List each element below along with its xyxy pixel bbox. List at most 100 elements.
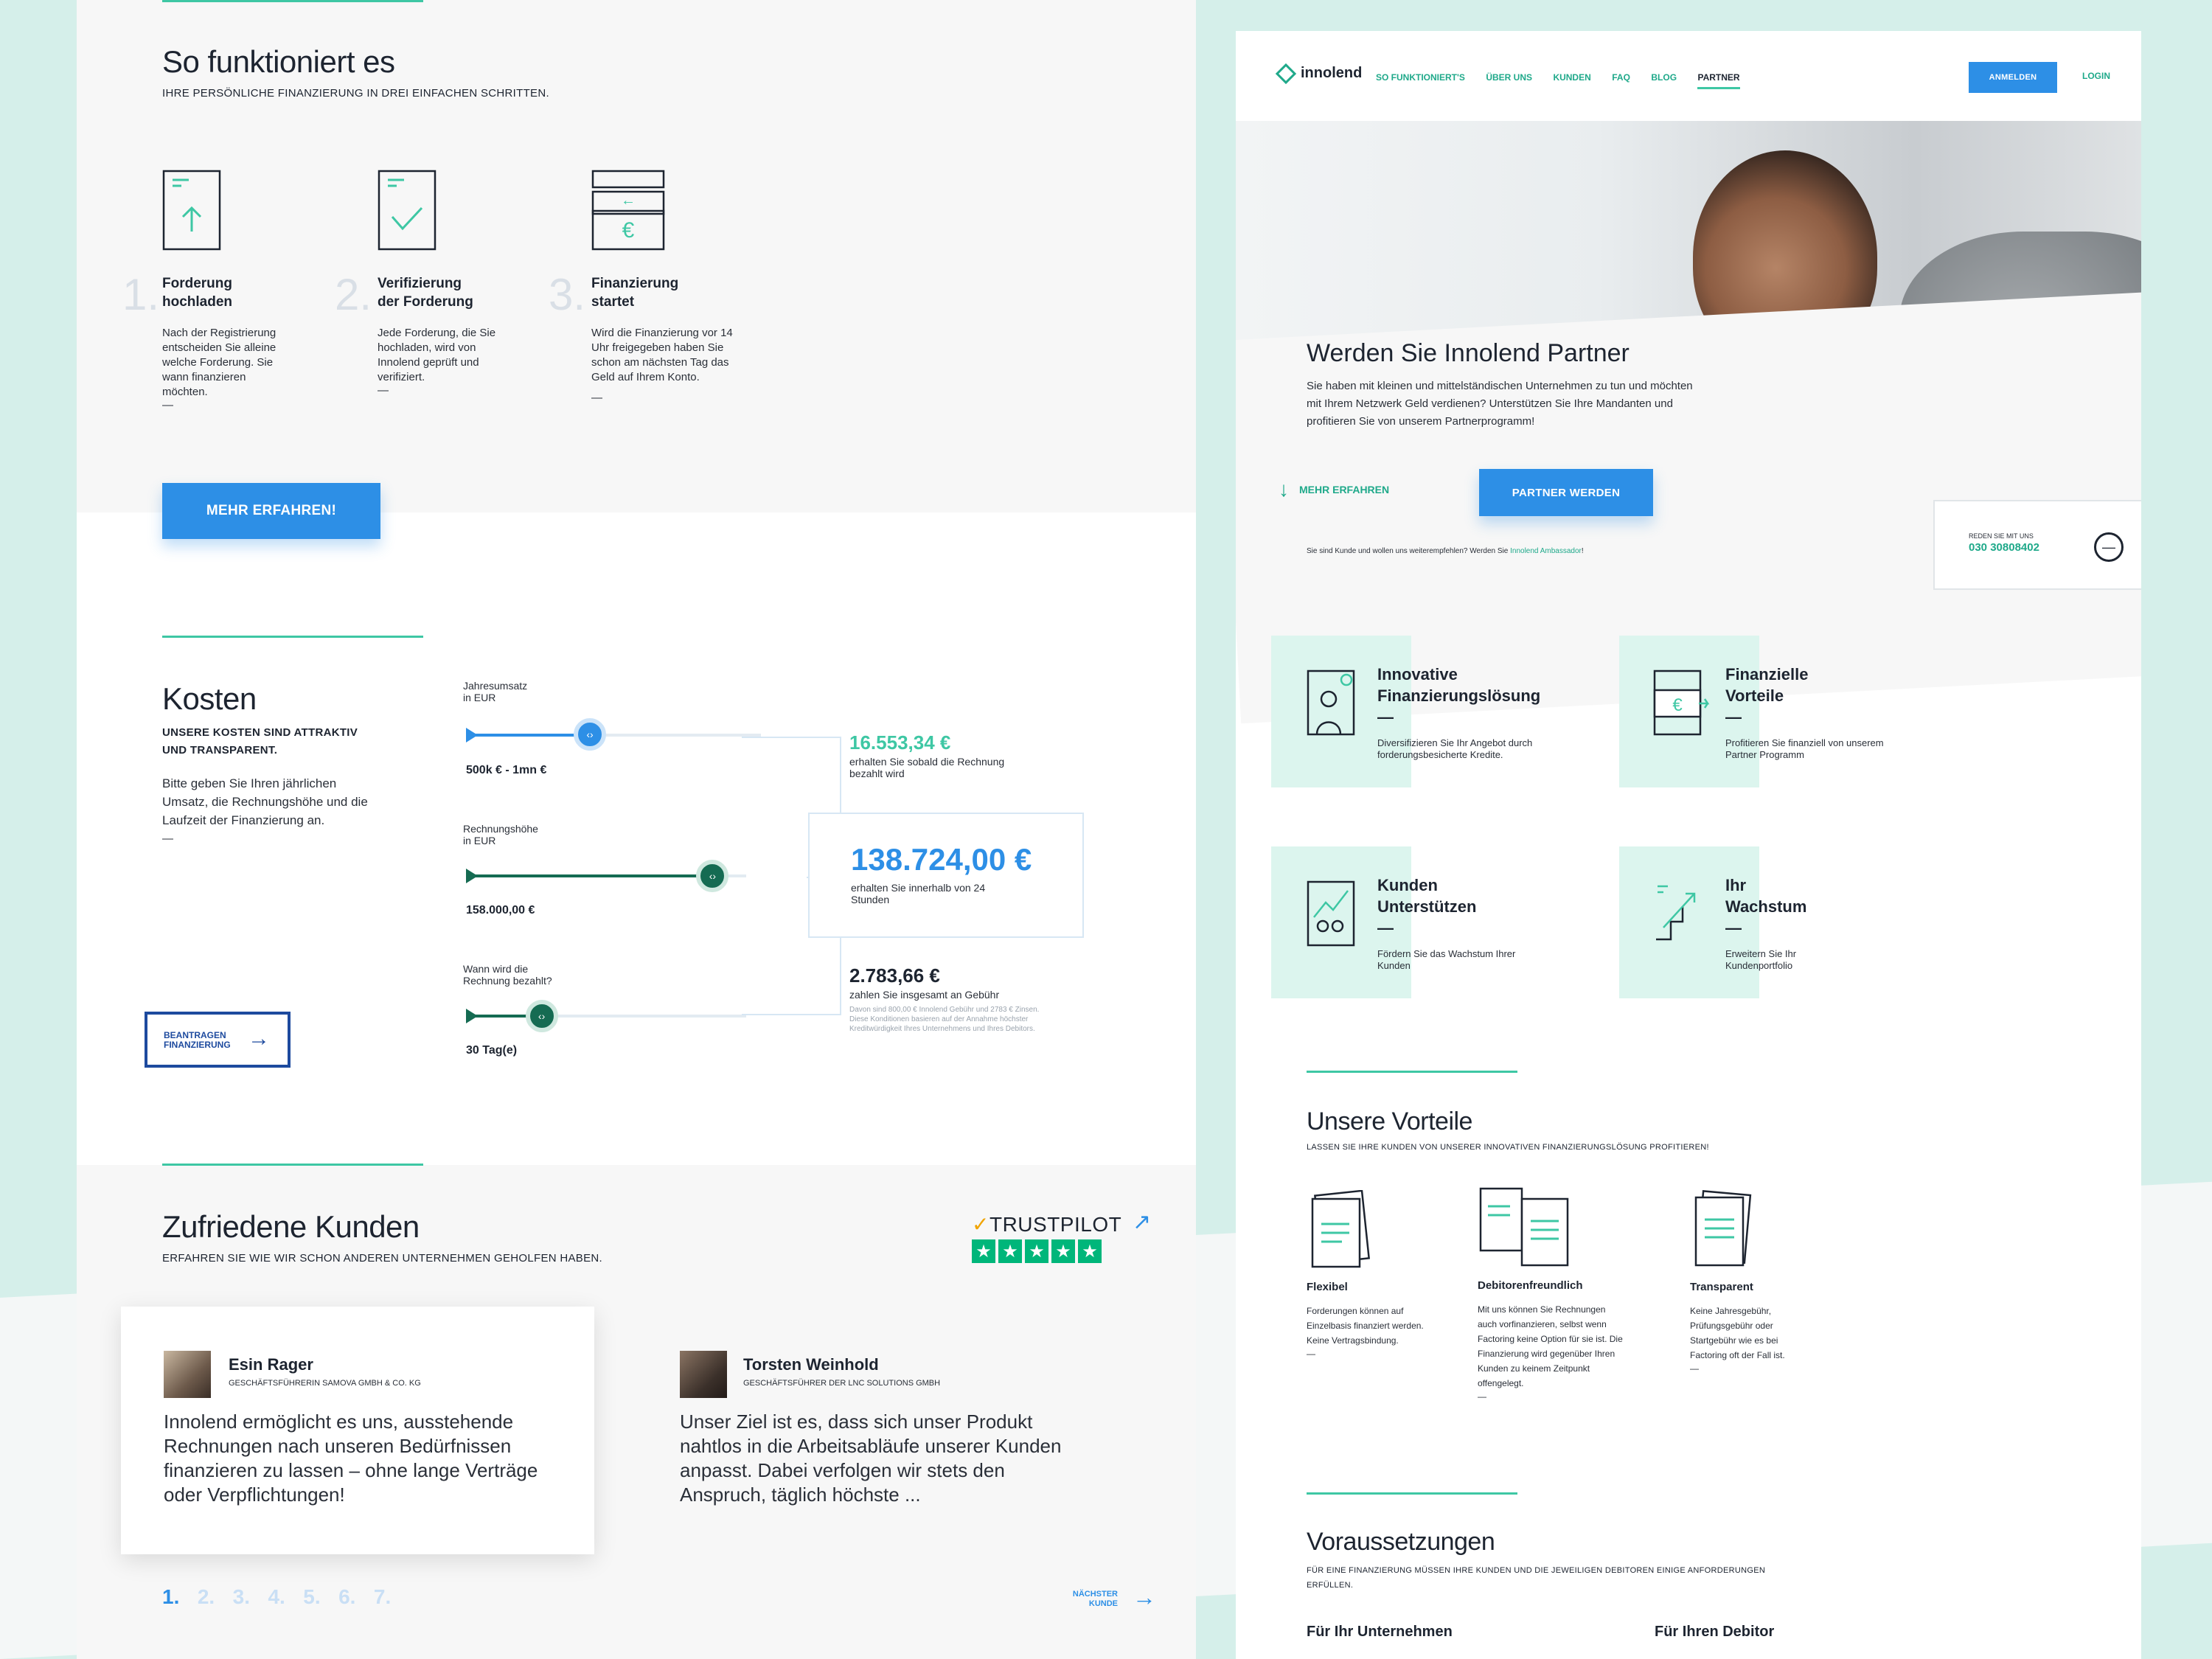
hero-title: Werden Sie Innolend Partner	[1307, 339, 1630, 367]
slider-fill	[466, 874, 713, 877]
advantage-title: Debitorenfreundlich	[1478, 1279, 1583, 1292]
page-number[interactable]: 3.	[233, 1585, 250, 1608]
nav-item-partner[interactable]: PARTNER	[1697, 72, 1740, 89]
result-fees: 2.783,66 € zahlen Sie insgesamt an Gebüh…	[849, 964, 1071, 1034]
requirements-company: Für Ihr Unternehmen	[1307, 1624, 1453, 1640]
page-number[interactable]: 5.	[303, 1585, 320, 1608]
slider-handle[interactable]: ‹›	[525, 1000, 558, 1032]
feature-title-line: Wachstum	[1725, 897, 1807, 916]
svg-text:€: €	[1672, 695, 1683, 715]
step-text: Jede Forderung, die Sie hochladen, wird …	[378, 327, 496, 383]
result-text: zahlen Sie insgesamt an Gebühr	[849, 989, 1000, 1001]
contact-widget[interactable]: REDEN SIE MIT UNS 030 30808402 —	[1933, 500, 2141, 590]
feature-text: Fördern Sie das Wachstum Ihrer Kunden	[1377, 948, 1516, 971]
slider-value: 158.000,00 €	[466, 904, 535, 917]
trustpilot-badge[interactable]: ✓TRUSTPILOT ★ ★ ★ ★ ★	[972, 1212, 1122, 1264]
section-rule	[162, 0, 423, 2]
slider-invoice[interactable]: Rechnungshöhe in EUR ‹› 158.000,00 €	[463, 823, 787, 926]
next-customer-link[interactable]: NÄCHSTER KUNDE →	[1059, 1584, 1184, 1618]
apply-financing-button[interactable]: BEANTRAGEN FINANZIERUNG →	[145, 1012, 291, 1068]
contact-phone[interactable]: 030 30808402	[1969, 541, 2039, 554]
slider-value: 500k € - 1mn €	[466, 764, 547, 776]
slider-start-arrow	[466, 728, 478, 742]
star-icon: ★	[1025, 1239, 1048, 1263]
slider-label: Wann wird die Rechnung bezahlt?	[463, 963, 787, 987]
svg-text:€: €	[622, 218, 635, 243]
register-button[interactable]: ANMELDEN	[1969, 62, 2057, 93]
step-dash: —	[591, 392, 602, 404]
advantage-flexible: Flexibel Forderungen können auf Einzelba…	[1307, 1189, 1461, 1360]
ambassador-link[interactable]: Innolend Ambassador	[1510, 547, 1582, 555]
nav-item-blog[interactable]: BLOG	[1651, 72, 1677, 83]
nav-item-about[interactable]: ÜBER UNS	[1486, 72, 1532, 83]
slider-label-line: in EUR	[463, 835, 496, 846]
step-title-line: startet	[591, 294, 635, 310]
login-link[interactable]: LOGIN	[2082, 71, 2110, 81]
feature-title-line: Ihr	[1725, 876, 1747, 894]
page-number[interactable]: 1.	[162, 1585, 179, 1608]
chat-icon[interactable]: —	[2094, 532, 2124, 562]
step-dash: —	[162, 399, 173, 411]
section-title: Voraussetzungen	[1307, 1528, 1495, 1556]
step-title-line: Forderung	[162, 276, 232, 291]
section-title: So funktioniert es	[162, 44, 395, 79]
right-page: innolend SO FUNKTIONIERT'S ÜBER UNS KUND…	[1236, 31, 2141, 1659]
testimonial-name: Torsten Weinhold	[743, 1355, 879, 1374]
nav-item-customers[interactable]: KUNDEN	[1553, 72, 1590, 83]
slider-label-line: Wann wird die	[463, 963, 529, 975]
testimonial-quote: Unser Ziel ist es, dass sich unser Produ…	[680, 1411, 1062, 1506]
slider-revenue[interactable]: Jahresumsatz in EUR ‹› 500k € - 1mn €	[463, 680, 773, 783]
step-title-line: der Forderung	[378, 294, 473, 310]
step-title-line: Verifizierung	[378, 276, 462, 291]
result-value: 2.783,66 €	[849, 964, 940, 987]
section-subtitle: FÜR EINE FINANZIERUNG MÜSSEN IHRE KUNDEN…	[1307, 1566, 1766, 1590]
external-link-icon[interactable]: ↗	[1133, 1209, 1151, 1235]
page-number[interactable]: 2.	[198, 1585, 215, 1608]
result-text: erhalten Sie innerhalb von 24 Stunden	[851, 882, 986, 905]
section-rule	[162, 1164, 423, 1166]
hero-note: Sie sind Kunde und wollen uns weiterempf…	[1307, 547, 1584, 555]
kosten-dash: —	[162, 832, 173, 845]
kosten-description: Bitte geben Sie Ihren jährlichen Umsatz,…	[162, 776, 368, 827]
section-subtitle: LASSEN SIE IHRE KUNDEN VON UNSERER INNOV…	[1307, 1143, 1709, 1152]
step-finance: ← € Finanzierung startet Wird die Finanzi…	[591, 170, 761, 404]
feature-title-line: Finanzielle	[1725, 665, 1809, 684]
slider-payment-term[interactable]: Wann wird die Rechnung bezahlt? ‹› 30 Tag…	[463, 963, 787, 1066]
nav-item-faq[interactable]: FAQ	[1612, 72, 1630, 83]
slider-handle[interactable]: ‹›	[574, 718, 606, 751]
section-subtitle: UNSERE KOSTEN SIND ATTRAKTIV UND TRANSPAR…	[162, 724, 358, 759]
euro-document-icon: €	[1653, 669, 1710, 736]
slider-handle[interactable]: ‹›	[696, 860, 729, 892]
page-number[interactable]: 7.	[374, 1585, 391, 1608]
star-icon: ★	[1051, 1239, 1075, 1263]
page-number[interactable]: 6.	[338, 1585, 355, 1608]
page-number[interactable]: 4.	[268, 1585, 285, 1608]
trustpilot-check-icon: ✓	[972, 1213, 990, 1236]
step-number: 3.	[549, 270, 586, 319]
advantage-dash: —	[1307, 1349, 1315, 1359]
debtor-documents-icon	[1479, 1187, 1569, 1267]
result-24h-box: 138.724,00 € erhalten Sie innerhalb von …	[808, 813, 1084, 938]
testimonial-pagination[interactable]: 1. 2. 3. 4. 5. 6. 7.	[162, 1585, 406, 1609]
nav-item-how[interactable]: SO FUNKTIONIERT'S	[1376, 72, 1465, 83]
slider-label: Jahresumsatz in EUR	[463, 680, 773, 703]
section-title: Kosten	[162, 681, 257, 716]
step-upload: Forderung hochladen Nach der Registrierun…	[162, 170, 332, 411]
avatar	[164, 1351, 211, 1398]
advantage-text: Mit uns können Sie Rechnungen auch vorfi…	[1478, 1304, 1623, 1388]
more-info-button[interactable]: MEHR ERFAHREN!	[162, 483, 380, 539]
slider-label-line: Rechnungshöhe	[463, 823, 538, 835]
advantage-dash: —	[1690, 1363, 1699, 1374]
logo[interactable]: innolend	[1275, 63, 1362, 84]
next-label-line: NÄCHSTER	[1072, 1590, 1118, 1599]
result-value: 16.553,34 €	[849, 731, 951, 754]
section-title: Unsere Vorteile	[1307, 1107, 1472, 1135]
subtitle-line: UND TRANSPARENT.	[162, 744, 278, 757]
feature-dash: —	[1725, 919, 1742, 937]
result-note: Davon sind 800,00 € Innolend Gebühr und …	[849, 1006, 1040, 1033]
hero-more-link[interactable]: ↓ MEHR ERFAHREN	[1279, 478, 1389, 501]
testimonial-card: Esin Rager GESCHÄFTSFÜHRERIN SAMOVA GMBH…	[121, 1307, 594, 1554]
become-partner-button[interactable]: PARTNER WERDEN	[1479, 469, 1653, 516]
trustpilot-logo: ✓TRUSTPILOT	[972, 1212, 1122, 1237]
trustpilot-label: TRUSTPILOT	[989, 1213, 1122, 1236]
